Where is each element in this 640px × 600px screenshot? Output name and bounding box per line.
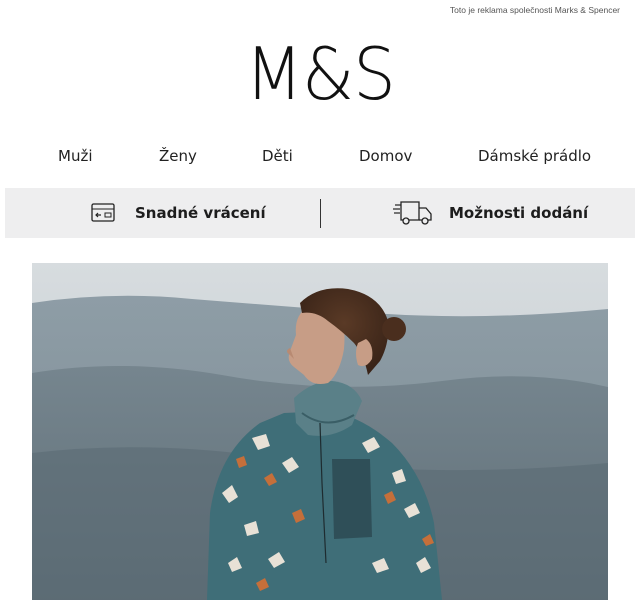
easy-returns-link[interactable]: Snadné vrácení	[89, 188, 266, 238]
nav-item-men[interactable]: Muži	[58, 143, 93, 169]
category-nav: Muži Ženy Děti Domov Dámské prádlo	[0, 143, 640, 169]
card-return-icon	[89, 201, 117, 225]
hero-image[interactable]	[32, 263, 608, 600]
nav-item-kids[interactable]: Děti	[262, 143, 293, 169]
ad-notice: Toto je reklama společnosti Marks & Spen…	[449, 5, 620, 15]
nav-item-home[interactable]: Domov	[359, 143, 412, 169]
brand-logo[interactable]: M&S	[22, 34, 617, 114]
delivery-options-link[interactable]: Možnosti dodání	[393, 188, 588, 238]
service-divider	[320, 199, 321, 228]
email-page: Toto je reklama společnosti Marks & Spen…	[0, 0, 640, 600]
service-bar: Snadné vrácení Možnosti dodání	[5, 188, 635, 238]
nav-item-women[interactable]: Ženy	[159, 143, 197, 169]
delivery-options-label: Možnosti dodání	[449, 204, 589, 222]
easy-returns-label: Snadné vrácení	[135, 204, 266, 222]
delivery-truck-icon	[393, 199, 433, 227]
nav-item-lingerie[interactable]: Dámské prádlo	[478, 143, 591, 169]
